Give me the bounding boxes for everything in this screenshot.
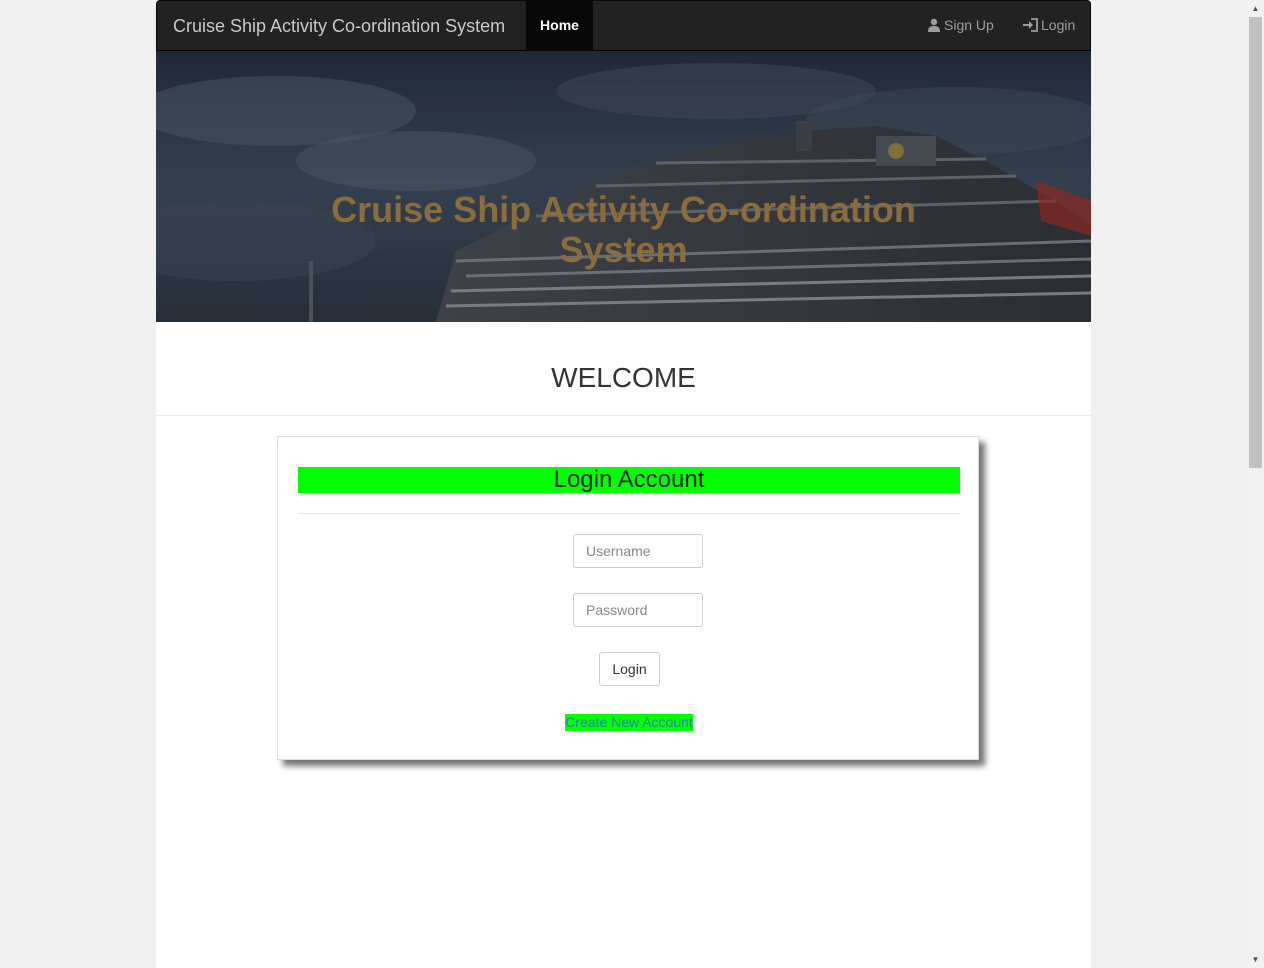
- nav-login-link[interactable]: Login: [1023, 1, 1075, 51]
- scroll-up-arrow-icon[interactable]: ▲: [1247, 0, 1264, 17]
- welcome-heading: WELCOME: [551, 362, 696, 393]
- nav-login-label: Login: [1041, 17, 1076, 33]
- login-icon: [1023, 18, 1038, 32]
- nav-signup-label: Sign Up: [944, 17, 994, 33]
- username-input[interactable]: [573, 534, 703, 568]
- nav-home-label: Home: [540, 17, 579, 33]
- vertical-scrollbar[interactable]: ▲ ▼: [1247, 0, 1264, 968]
- create-account-link[interactable]: Create New Account: [565, 714, 693, 731]
- nav-home-link[interactable]: Home: [526, 1, 593, 51]
- scroll-down-arrow-icon[interactable]: ▼: [1247, 951, 1264, 968]
- scroll-thumb[interactable]: [1249, 17, 1262, 468]
- hero-title: Cruise Ship Activity Co-ordination Syste…: [156, 190, 1091, 270]
- nav-signup-link[interactable]: Sign Up: [927, 1, 994, 51]
- login-card: Login Account Login Create New Account: [277, 436, 979, 760]
- page-container: Cruise Ship Activity Co-ordination Syste…: [156, 0, 1091, 968]
- hero-title-line2: System: [559, 229, 688, 270]
- hero-title-line1: Cruise Ship Activity Co-ordination: [331, 189, 916, 230]
- cruise-ship-image: [156, 51, 1091, 322]
- login-card-divider: [298, 513, 960, 514]
- login-card-title: Login Account: [298, 467, 960, 493]
- navbar-brand[interactable]: Cruise Ship Activity Co-ordination Syste…: [173, 1, 505, 51]
- login-button[interactable]: Login: [599, 652, 660, 686]
- password-input[interactable]: [573, 593, 703, 627]
- navbar: Cruise Ship Activity Co-ordination Syste…: [156, 0, 1091, 51]
- hero-banner: Cruise Ship Activity Co-ordination Syste…: [156, 51, 1091, 322]
- user-icon: [928, 18, 940, 32]
- section-divider: [156, 415, 1091, 416]
